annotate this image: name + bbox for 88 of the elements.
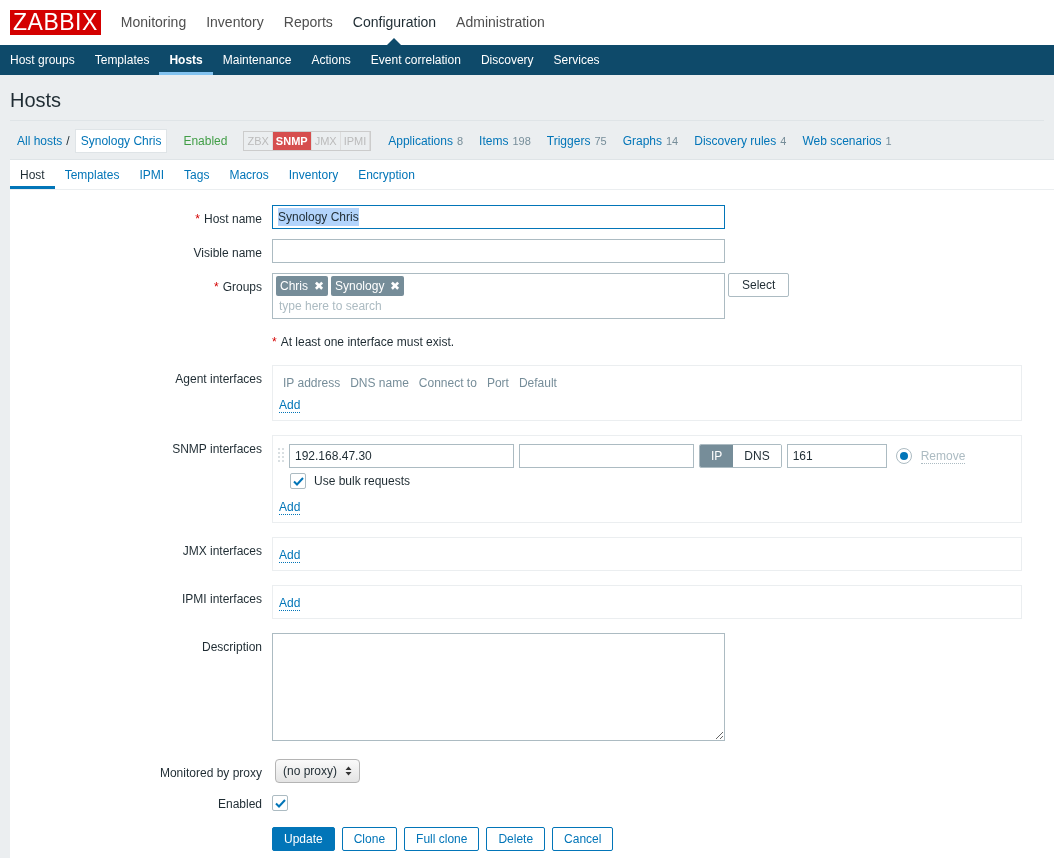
add-link[interactable]: Add [279,500,301,515]
host-link[interactable]: Graphs [622,134,662,148]
tag-label: Synology [335,278,385,295]
input-field[interactable] [272,239,725,263]
add-link[interactable]: Add [279,596,301,611]
checkbox[interactable] [272,795,288,811]
field-label: Host name [203,212,262,226]
logo: ZABBIX [10,10,101,35]
field-label: Visible name [193,246,262,260]
input-field[interactable] [519,444,694,468]
submenu-item[interactable]: Hosts [159,45,213,75]
submenu-item[interactable]: Maintenance [212,45,302,75]
tab[interactable]: Inventory [278,160,349,189]
count-text: 14 [666,135,679,147]
menu-item[interactable]: Administration [446,0,555,45]
tag-label: Chris [280,278,308,295]
required-mark: * [213,280,219,294]
submenu-item[interactable]: Services [543,45,610,75]
note-text: At least one interface must exist. [280,335,455,349]
submenu-item[interactable]: Templates [84,45,160,75]
field-label: Enabled [217,797,262,811]
action-button[interactable]: Delete [486,827,546,851]
column-header: Port [485,376,509,390]
field-label: Monitored by proxy [159,766,262,780]
action-button[interactable]: Update [272,827,335,851]
column-header: DNS name [349,376,409,390]
tab[interactable]: IPMI [129,160,175,189]
field-label: JMX interfaces [182,544,262,558]
breadcrumb-link[interactable]: All hosts [17,132,63,150]
tab[interactable]: Tags [174,160,220,189]
field-label: IPMI interfaces [181,592,262,606]
toggle-button[interactable]: IP [700,445,734,467]
action-button[interactable]: Clone [341,827,398,851]
breadcrumb-current[interactable]: Synology Chris [74,129,168,153]
proxy-select[interactable]: (no proxy) [275,759,361,783]
count-text: 1 [885,135,892,147]
field-label: Description [201,640,262,654]
field-label: SNMP interfaces [172,442,262,456]
host-link[interactable]: Discovery rules [694,134,777,148]
input-field[interactable]: 192.168.47.30 [289,444,514,468]
field-label: Groups [222,280,262,294]
action-button[interactable]: Cancel [552,827,614,851]
status-text: Enabled [183,133,228,150]
radio-button[interactable] [895,448,912,464]
count-text: 75 [594,135,607,147]
page-title: Hosts [10,88,1044,121]
add-link[interactable]: Add [279,548,301,563]
menu-item[interactable]: Reports [273,0,343,45]
tab[interactable]: Host [10,160,55,189]
action-button[interactable]: Full clone [404,827,480,851]
count-text: 198 [512,135,531,147]
column-header: IP address [282,376,341,390]
host-link[interactable]: Triggers [546,134,591,148]
menu-item[interactable]: Inventory [196,0,274,45]
host-link[interactable]: Applications [388,134,453,148]
remove-tag-button[interactable]: ✖ [390,277,401,295]
drag-handle-icon [278,447,284,465]
tab[interactable]: Encryption [348,160,425,189]
submenu-item[interactable]: Discovery [470,45,544,75]
submenu-item[interactable]: Host groups [0,45,85,75]
input-field[interactable]: 161 [786,444,887,468]
checkbox-label: Use bulk requests [314,473,411,490]
checkbox[interactable] [290,473,306,489]
host-link[interactable]: Items [479,134,509,148]
select-button[interactable]: Select [728,273,790,297]
remove-tag-button[interactable]: ✖ [314,277,324,295]
host-link[interactable]: Web scenarios [802,134,882,148]
count-text: 4 [780,135,787,147]
availability-indicator: SNMP [272,131,312,151]
submenu-item[interactable]: Event correlation [360,45,471,75]
submenu-item[interactable]: Actions [301,45,361,75]
column-header: Connect to [417,376,477,390]
required-mark: * [272,335,277,349]
updown-arrow-icon [345,766,353,776]
column-header: Default [517,376,557,390]
tab[interactable]: Macros [219,160,279,189]
check-icon [274,798,286,808]
menu-item[interactable]: Monitoring [110,0,197,45]
menu-item[interactable]: Configuration [342,0,447,45]
check-icon [292,476,304,486]
field-label: Agent interfaces [175,372,262,386]
input-field[interactable]: Synology Chris [272,205,725,229]
groups-field[interactable]: Chris ✖ Synology ✖ type here to search [272,273,725,319]
tab[interactable]: Templates [54,160,130,189]
breadcrumb-separator: / [66,133,70,150]
add-link[interactable]: Add [279,398,301,413]
required-mark: * [195,212,200,226]
count-text: 8 [457,135,464,147]
